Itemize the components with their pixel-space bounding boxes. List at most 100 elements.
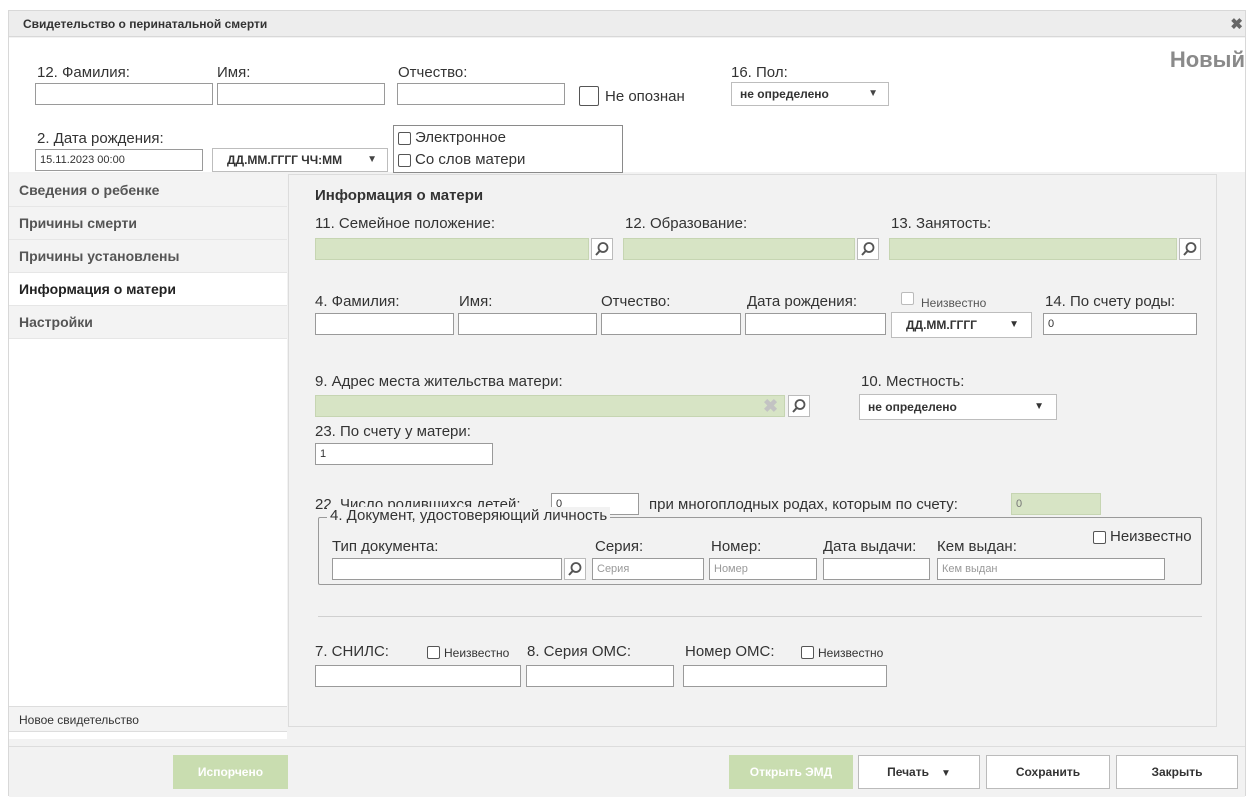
patronymic-label: Отчество:	[398, 64, 468, 81]
sidebar-item-mother-info[interactable]: Информация о матери	[9, 273, 287, 306]
document-unknown-checkbox[interactable]	[1093, 531, 1106, 544]
header-area: Новый 12. Фамилия: Имя: Отчество: Не опо…	[9, 38, 1245, 173]
identity-document-group: 4. Документ, удостоверяющий личность Неи…	[318, 507, 1202, 585]
divider	[318, 616, 1202, 617]
status-label: Новый	[1169, 47, 1245, 72]
search-button[interactable]	[564, 558, 586, 580]
from-mother-checkbox[interactable]	[398, 154, 411, 167]
birthdate-unknown-label: Неизвестно	[921, 296, 987, 310]
date-format-select[interactable]: ДД.ММ.ГГГГ ЧЧ:ММ ▼	[212, 148, 388, 172]
oms-number-label: Номер ОМС:	[685, 643, 775, 660]
name-label: Имя:	[217, 64, 251, 81]
sidebar-footer[interactable]: Новое свидетельство	[9, 706, 287, 732]
locality-select[interactable]: не определено ▼	[859, 394, 1057, 420]
issued-by-input[interactable]	[937, 558, 1165, 580]
document-type-label: Тип документа:	[332, 538, 439, 555]
search-icon	[861, 242, 875, 256]
mother-name-input[interactable]	[458, 313, 597, 335]
sidebar-item-settings[interactable]: Настройки	[9, 306, 287, 339]
address-label: 9. Адрес места жительства матери:	[315, 373, 563, 390]
date-format-value: ДД.ММ.ГГГГ ЧЧ:ММ	[227, 153, 343, 167]
mother-info-panel: Информация о матери 11. Семейное положен…	[288, 174, 1217, 727]
close-button[interactable]: Закрыть	[1116, 755, 1238, 789]
issue-date-input[interactable]	[823, 558, 930, 580]
education-label: 12. Образование:	[625, 215, 748, 232]
oms-series-input[interactable]	[526, 665, 674, 687]
birthdate-input[interactable]	[35, 149, 203, 171]
multiple-birth-label: при многоплодных родах, которым по счету…	[649, 496, 958, 513]
sidebar-item-causes-established[interactable]: Причины установлены	[9, 240, 287, 273]
clear-icon[interactable]: ✖	[763, 396, 778, 417]
marital-input[interactable]	[315, 238, 589, 260]
mother-patronymic-input[interactable]	[601, 313, 741, 335]
open-emd-button[interactable]: Открыть ЭМД	[729, 755, 853, 789]
save-button[interactable]: Сохранить	[986, 755, 1110, 789]
mother-date-format-value: ДД.ММ.ГГГГ	[906, 318, 977, 332]
locality-label: 10. Местность:	[861, 373, 965, 390]
child-order-input[interactable]	[315, 443, 493, 465]
sidebar-item-label: Причины смерти	[19, 215, 138, 231]
electronic-checkbox[interactable]	[398, 132, 411, 145]
mother-patronymic-label: Отчество:	[601, 293, 671, 310]
sex-label: 16. Пол:	[731, 64, 788, 81]
chevron-down-icon: ▼	[1009, 319, 1019, 330]
sidebar-item-label: Информация о матери	[19, 281, 176, 297]
number-input[interactable]	[709, 558, 817, 580]
name-input[interactable]	[217, 83, 385, 105]
employment-input[interactable]	[889, 238, 1177, 260]
issued-by-label: Кем выдан:	[937, 538, 1017, 555]
search-button[interactable]	[857, 238, 879, 260]
surname-input[interactable]	[35, 83, 213, 105]
from-mother-label: Со слов матери	[415, 151, 526, 168]
snils-unknown-checkbox[interactable]	[427, 646, 440, 659]
employment-label: 13. Занятость:	[891, 215, 992, 232]
unidentified-checkbox[interactable]	[579, 86, 599, 106]
chevron-down-icon: ▼	[1034, 401, 1044, 412]
mother-surname-label: 4. Фамилия:	[315, 293, 400, 310]
sex-select[interactable]: не определено ▼	[731, 82, 889, 106]
search-icon	[568, 562, 582, 576]
mother-name-label: Имя:	[459, 293, 493, 310]
number-label: Номер:	[711, 538, 762, 555]
search-icon	[595, 242, 609, 256]
search-icon	[1183, 242, 1197, 256]
sidebar-item-label: Сведения о ребенке	[19, 182, 160, 198]
sidebar-item-label: Причины установлены	[19, 248, 180, 264]
search-button[interactable]	[1179, 238, 1201, 260]
certificate-window: Свидетельство о перинатальной смерти ✖ Н…	[8, 10, 1246, 797]
birth-order-input[interactable]	[1043, 313, 1197, 335]
document-unknown-label: Неизвестно	[1110, 528, 1192, 545]
sex-value: не определено	[740, 87, 829, 101]
mother-date-format-select[interactable]: ДД.ММ.ГГГГ ▼	[891, 312, 1032, 338]
address-input[interactable]	[315, 395, 785, 417]
oms-unknown-checkbox[interactable]	[801, 646, 814, 659]
oms-unknown-label: Неизвестно	[818, 646, 884, 660]
sidebar-item-death-causes[interactable]: Причины смерти	[9, 207, 287, 240]
birthdate-label: 2. Дата рождения:	[37, 130, 164, 147]
birthdate-unknown-checkbox[interactable]	[901, 292, 914, 305]
multiple-birth-input[interactable]	[1011, 493, 1101, 515]
document-type-input[interactable]	[332, 558, 562, 580]
child-order-label: 23. По счету у матери:	[315, 423, 471, 440]
mother-birthdate-input[interactable]	[745, 313, 886, 335]
sidebar-item-child-info[interactable]: Сведения о ребенке	[9, 174, 287, 207]
print-button-label: Печать	[887, 765, 929, 779]
oms-number-input[interactable]	[683, 665, 887, 687]
series-input[interactable]	[592, 558, 704, 580]
snils-input[interactable]	[315, 665, 521, 687]
close-icon[interactable]: ✖	[1230, 15, 1243, 33]
sidebar: Сведения о ребенке Причины смерти Причин…	[9, 174, 287, 739]
spoiled-button[interactable]: Испорчено	[173, 755, 288, 789]
patronymic-input[interactable]	[397, 83, 565, 105]
mother-surname-input[interactable]	[315, 313, 454, 335]
issue-date-label: Дата выдачи:	[823, 538, 917, 555]
series-label: Серия:	[595, 538, 644, 555]
print-button[interactable]: Печать ▼	[858, 755, 980, 789]
mother-birthdate-label: Дата рождения:	[747, 293, 857, 310]
education-input[interactable]	[623, 238, 855, 260]
surname-label: 12. Фамилия:	[37, 64, 130, 81]
search-button[interactable]	[788, 395, 810, 417]
identity-document-legend: 4. Документ, удостоверяющий личность	[327, 507, 611, 524]
chevron-down-icon: ▼	[367, 154, 377, 165]
search-button[interactable]	[591, 238, 613, 260]
